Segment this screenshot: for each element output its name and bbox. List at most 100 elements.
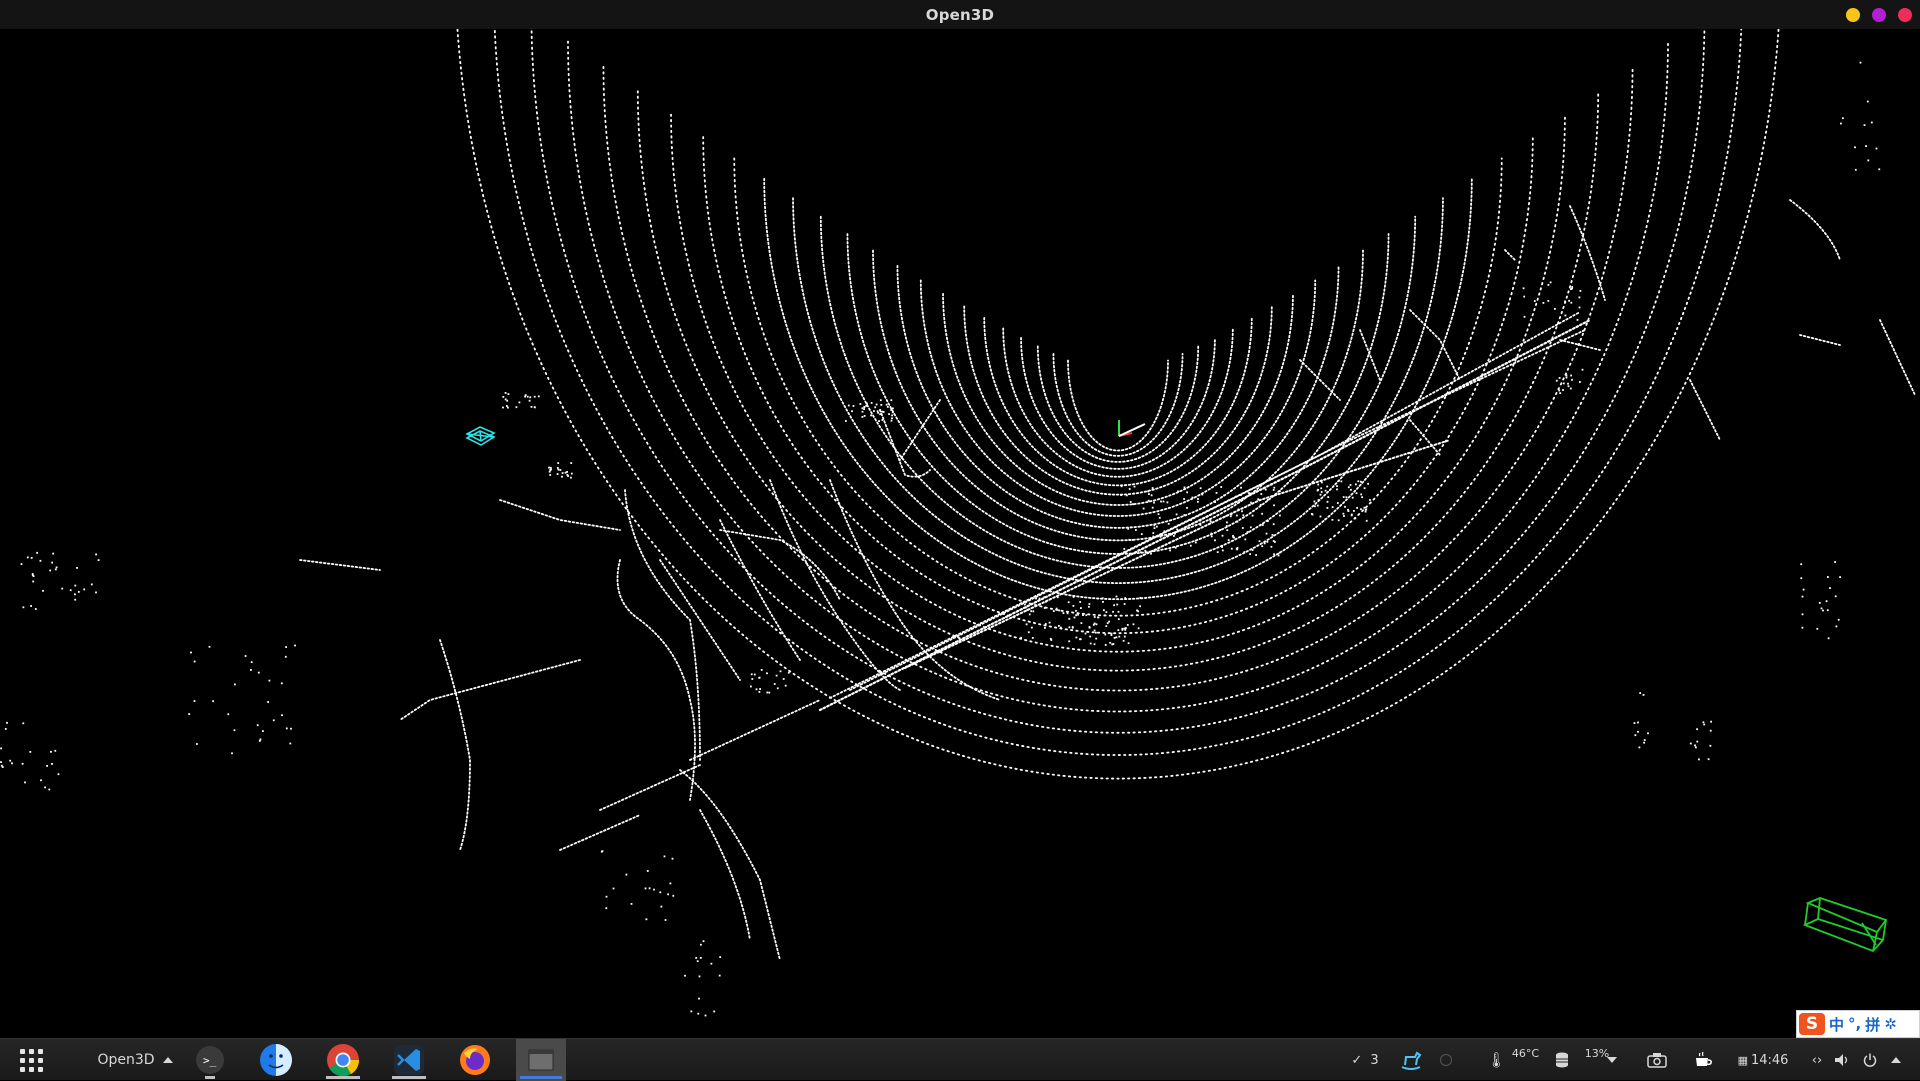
point (1338, 480, 1340, 482)
point (648, 887, 651, 890)
point-cloud-viewport[interactable] (0, 29, 1920, 1038)
point (1571, 378, 1573, 381)
point (507, 393, 510, 395)
rocking-horse-icon[interactable] (1396, 1039, 1426, 1081)
maximize-button[interactable] (1872, 8, 1886, 22)
point (1133, 485, 1136, 488)
point (1633, 722, 1636, 724)
point (773, 683, 776, 685)
vscode-app[interactable] (384, 1039, 434, 1081)
status-dot-icon[interactable] (1436, 1039, 1456, 1081)
point (22, 606, 25, 609)
terminal-app[interactable]: >_ (185, 1039, 235, 1081)
finder-app[interactable] (251, 1039, 301, 1081)
point-cloud-canvas[interactable] (0, 29, 1920, 1038)
camera-icon[interactable] (1642, 1039, 1672, 1081)
point (1834, 561, 1836, 563)
point (1157, 549, 1160, 552)
title-bar[interactable]: Open3D (0, 0, 1920, 29)
point (193, 660, 196, 663)
point (1177, 490, 1179, 493)
volume-icon[interactable] (1830, 1039, 1854, 1081)
tray-expand-icon[interactable] (1884, 1039, 1908, 1081)
point (1251, 549, 1254, 551)
point (1241, 510, 1243, 513)
svg-text:>_: >_ (203, 1054, 217, 1067)
power-icon[interactable] (1858, 1039, 1882, 1081)
point (881, 419, 884, 421)
tasks-indicator[interactable]: ✓ 3 (1345, 1039, 1385, 1081)
point (861, 410, 864, 413)
point (1316, 504, 1319, 507)
ime-punctuation[interactable]: °, (1848, 1015, 1861, 1033)
window-title: Open3D (925, 6, 995, 24)
point (1129, 501, 1132, 503)
point (766, 691, 769, 694)
point (1166, 501, 1169, 504)
point (700, 943, 702, 946)
point (1153, 527, 1156, 529)
ime-pinyin[interactable]: 拼 (1865, 1014, 1880, 1035)
point (1088, 626, 1091, 628)
point (1137, 549, 1140, 552)
point (1045, 600, 1047, 603)
point (507, 406, 509, 409)
point (1576, 319, 1579, 321)
firefox-app[interactable] (450, 1039, 500, 1081)
point (1273, 553, 1275, 556)
lidar-ring (792, 197, 1444, 585)
point (1242, 514, 1245, 517)
point (870, 414, 872, 417)
lidar-ring (1052, 353, 1184, 457)
point (1112, 610, 1114, 613)
point (1216, 551, 1219, 553)
point (208, 645, 211, 648)
point (1058, 609, 1060, 612)
clock[interactable]: ▦ 14:46 (1736, 1039, 1790, 1081)
point (1093, 616, 1096, 618)
point (605, 895, 608, 898)
minimize-button[interactable] (1846, 8, 1860, 22)
point (1337, 519, 1340, 522)
point (1066, 612, 1069, 615)
point (1205, 516, 1208, 518)
point (1264, 488, 1267, 491)
point (1095, 637, 1098, 640)
network-icon[interactable]: ‹› (1804, 1039, 1830, 1081)
point (1084, 632, 1087, 635)
point (4, 728, 7, 730)
point (1085, 614, 1088, 617)
point (1108, 620, 1110, 623)
point (40, 779, 42, 782)
point (1128, 488, 1131, 490)
point (605, 907, 608, 910)
point (549, 466, 552, 469)
gear-icon[interactable]: ✲ (1884, 1015, 1897, 1033)
ime-mode-chinese[interactable]: 中 (1829, 1014, 1844, 1035)
sogou-logo-icon[interactable]: S (1799, 1013, 1825, 1035)
input-method-bar[interactable]: S 中 °, 拼 ✲ (1796, 1010, 1920, 1038)
app-grid-icon[interactable] (14, 1039, 48, 1081)
chevron-down-icon[interactable] (1600, 1039, 1624, 1081)
open3d-taskbar-window[interactable] (516, 1039, 566, 1081)
coffee-cup-icon[interactable] (1688, 1039, 1718, 1081)
lidar-ring (493, 29, 1743, 757)
temperature-indicator[interactable]: 🌡 46°C (1478, 1039, 1548, 1081)
point (1569, 387, 1572, 390)
point (702, 940, 705, 943)
point (1072, 605, 1075, 607)
point (696, 960, 699, 963)
point (1080, 622, 1083, 624)
point (54, 749, 57, 752)
close-button[interactable] (1898, 8, 1912, 22)
point (1369, 501, 1372, 504)
point (1570, 374, 1572, 377)
chrome-app[interactable] (318, 1039, 368, 1081)
point (1105, 625, 1108, 627)
active-app-menu[interactable]: Open3D (90, 1039, 180, 1081)
point (1360, 493, 1363, 496)
point (1320, 481, 1323, 484)
point (1689, 742, 1692, 745)
point (1533, 300, 1536, 302)
point (556, 473, 559, 475)
